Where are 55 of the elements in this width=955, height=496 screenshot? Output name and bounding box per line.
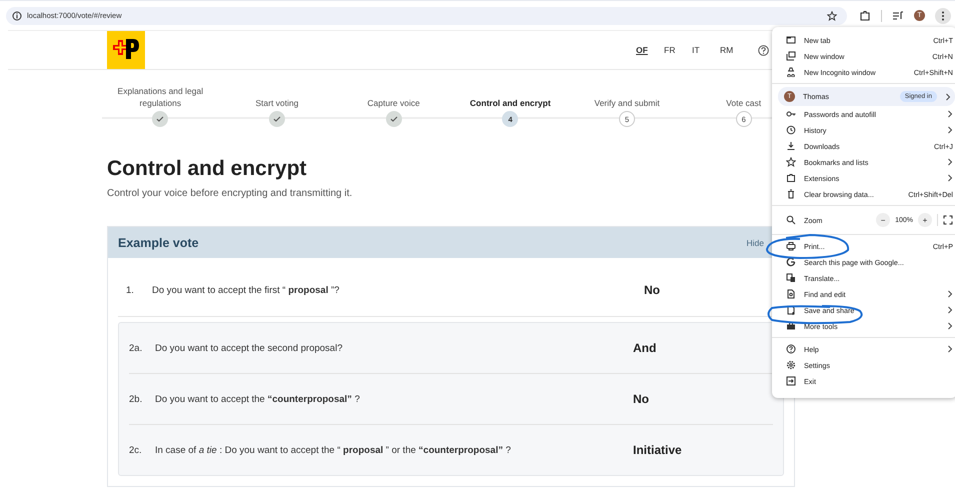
zoom-out-button[interactable]: − <box>876 213 890 227</box>
question-text: Do you want to accept the second proposal? <box>155 342 344 354</box>
question-text: In case of a tie : Do you want to accept the “ proposal” or the “counterproposal” ? <box>155 444 512 456</box>
help-icon <box>786 344 796 354</box>
answer-text: No <box>644 283 661 297</box>
step-label: Control and encrypt <box>470 97 551 109</box>
settings-icon <box>786 360 796 370</box>
step-label: Start voting <box>255 97 298 109</box>
trash-icon <box>786 189 796 199</box>
step-label: Vote cast <box>726 97 762 109</box>
page-subtitle: Control your voice before encrypting and transmitting it. <box>107 188 352 199</box>
step-label: Capture voice <box>367 97 420 109</box>
answer-text: No <box>633 392 650 406</box>
history-icon <box>786 125 796 135</box>
question-number: 2a. <box>129 342 144 354</box>
language-link[interactable]: FR <box>664 45 692 55</box>
tab-icon <box>786 35 796 45</box>
help-icon[interactable] <box>758 44 769 56</box>
star-icon <box>786 157 796 167</box>
language-link[interactable]: OF <box>636 45 664 55</box>
exit-icon <box>786 376 796 386</box>
page-title: Control and encrypt <box>107 157 307 181</box>
find-icon <box>786 289 796 299</box>
step-label: Verify and submit <box>594 97 660 109</box>
question-number: 1. <box>126 284 135 296</box>
language-link[interactable]: RM <box>720 45 748 55</box>
puzzle-icon[interactable] <box>859 10 871 22</box>
hide-link[interactable]: Hide <box>746 238 764 248</box>
window-icon <box>786 51 796 61</box>
download-icon <box>786 141 796 151</box>
media-icon[interactable] <box>892 10 904 22</box>
question-number: 2c. <box>129 444 143 456</box>
incognito-icon <box>786 67 796 77</box>
document-icon <box>786 305 796 315</box>
step-label: Explanations and legal regulations <box>116 85 204 109</box>
question-text: Do you want to accept the “counterproposal” ? <box>155 394 361 404</box>
answer-text: And <box>633 341 658 355</box>
zoom-icon <box>786 215 796 225</box>
question-text: Do you want to accept the first “ proposal ”? <box>152 284 340 296</box>
puzzle-icon <box>786 173 796 183</box>
google-icon <box>786 257 796 267</box>
answer-text: Initiative <box>633 443 683 457</box>
question-number: 2b. <box>129 394 144 404</box>
translate-icon <box>786 273 796 283</box>
key-icon <box>786 109 796 119</box>
toolbox-icon <box>786 321 796 331</box>
zoom-in-button[interactable]: + <box>918 213 932 227</box>
printer-icon <box>786 241 796 251</box>
info-icon[interactable] <box>12 10 22 20</box>
language-link[interactable]: IT <box>692 45 720 55</box>
card-title: Example vote <box>118 236 199 250</box>
star-icon[interactable] <box>827 10 837 20</box>
fullscreen-icon[interactable] <box>943 215 953 225</box>
post-logo[interactable] <box>107 31 145 69</box>
menu-icon[interactable] <box>935 8 951 24</box>
